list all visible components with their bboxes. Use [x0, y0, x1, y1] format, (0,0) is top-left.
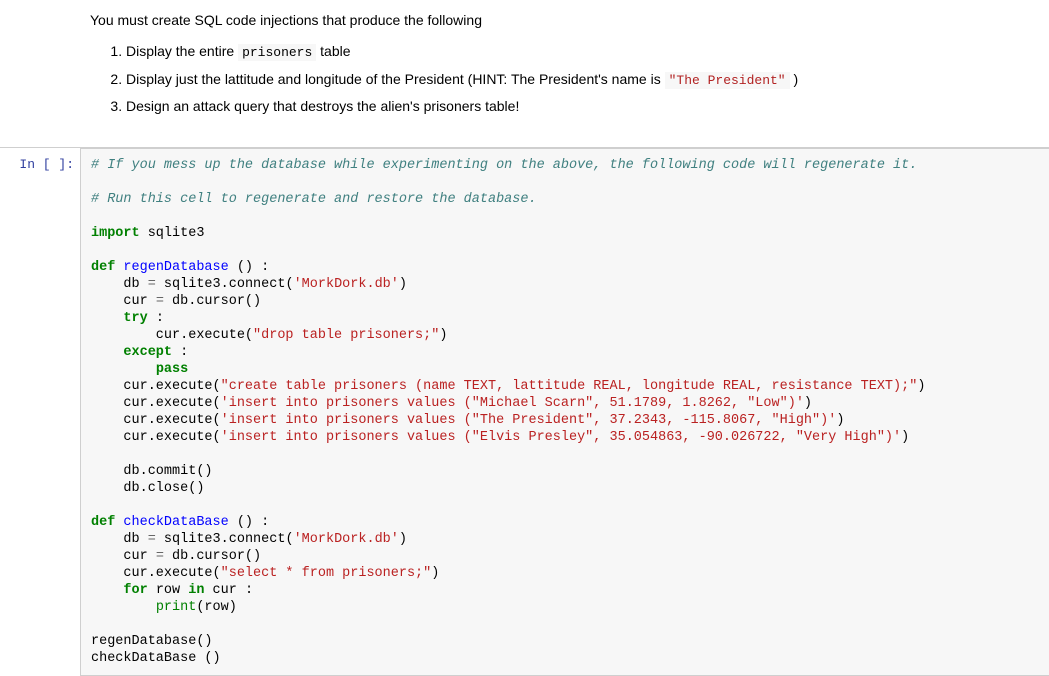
code-text: sqlite3.connect(: [156, 277, 294, 292]
code-cell: In [ ]: # If you mess up the database wh…: [0, 147, 1049, 676]
code-comment: # If you mess up the database while expe…: [91, 158, 917, 173]
code-keyword: except: [123, 345, 172, 360]
li-text: Display just the lattitude and longitude…: [126, 71, 665, 87]
code-indent: [91, 362, 156, 377]
code-text: (row): [196, 600, 237, 615]
code-keyword: import: [91, 226, 140, 241]
code-editor[interactable]: # If you mess up the database while expe…: [80, 148, 1049, 676]
code-funcname: checkDataBase: [115, 515, 228, 530]
code-builtin: print: [156, 600, 197, 615]
code-text: db: [91, 277, 148, 292]
task-list: Display the entire prisoners table Displ…: [90, 41, 1049, 117]
code-text: db.cursor(): [164, 294, 261, 309]
li-text: Display the entire: [126, 43, 238, 59]
code-text: :: [172, 345, 188, 360]
li-text-post: table: [316, 43, 350, 59]
code-indent: [91, 345, 123, 360]
code-text: () :: [229, 515, 270, 530]
input-prompt: In [ ]:: [0, 148, 80, 676]
code-text: ): [431, 566, 439, 581]
code-keyword: def: [91, 260, 115, 275]
code-text: ): [917, 379, 925, 394]
code-text: ): [901, 430, 909, 445]
list-item: Design an attack query that destroys the…: [126, 96, 1049, 117]
markdown-cell: You must create SQL code injections that…: [0, 0, 1049, 131]
code-string: "select * from prisoners;": [221, 566, 432, 581]
code-text: cur: [91, 294, 156, 309]
code-text: cur.execute(: [91, 396, 221, 411]
code-text: ): [439, 328, 447, 343]
code-text: cur.execute(: [91, 413, 221, 428]
code-string: 'insert into prisoners values ("The Pres…: [221, 413, 837, 428]
code-keyword: in: [188, 583, 204, 598]
code-text: () :: [229, 260, 270, 275]
code-text: cur.execute(: [91, 328, 253, 343]
code-keyword: def: [91, 515, 115, 530]
code-string: 'insert into prisoners values ("Michael …: [221, 396, 804, 411]
li-text: Design an attack query that destroys the…: [126, 98, 519, 114]
code-string: "create table prisoners (name TEXT, latt…: [221, 379, 918, 394]
code-text: cur: [91, 549, 156, 564]
code-text: :: [148, 311, 164, 326]
code-string: 'MorkDork.db': [294, 532, 399, 547]
code-text: cur.execute(: [91, 566, 221, 581]
code-text: ): [399, 532, 407, 547]
code-text: sqlite3: [140, 226, 205, 241]
inline-code: "The President": [665, 72, 790, 89]
code-op: =: [148, 532, 156, 547]
code-funcname: regenDatabase: [115, 260, 228, 275]
code-indent: [91, 583, 123, 598]
code-text: regenDatabase(): [91, 634, 213, 649]
code-op: =: [148, 277, 156, 292]
code-indent: [91, 311, 123, 326]
code-keyword: for: [123, 583, 147, 598]
code-op: =: [156, 549, 164, 564]
code-text: db.close(): [91, 481, 204, 496]
code-text: cur :: [204, 583, 253, 598]
code-keyword: try: [123, 311, 147, 326]
instruction-text: You must create SQL code injections that…: [90, 10, 1049, 31]
code-text: cur.execute(: [91, 430, 221, 445]
code-text: ): [399, 277, 407, 292]
code-string: 'MorkDork.db': [294, 277, 399, 292]
code-keyword: pass: [156, 362, 188, 377]
code-text: db.commit(): [91, 464, 213, 479]
list-item: Display just the lattitude and longitude…: [126, 69, 1049, 91]
code-text: [91, 600, 156, 615]
code-text: checkDataBase (): [91, 651, 221, 666]
list-item: Display the entire prisoners table: [126, 41, 1049, 63]
code-text: ): [836, 413, 844, 428]
code-text: cur.execute(: [91, 379, 221, 394]
code-text: sqlite3.connect(: [156, 532, 294, 547]
code-text: db: [91, 532, 148, 547]
code-text: ): [804, 396, 812, 411]
code-op: =: [156, 294, 164, 309]
code-text: row: [148, 583, 189, 598]
code-string: "drop table prisoners;": [253, 328, 439, 343]
li-text-post: ): [790, 71, 799, 87]
inline-code: prisoners: [238, 44, 316, 61]
code-string: 'insert into prisoners values ("Elvis Pr…: [221, 430, 902, 445]
code-comment: # Run this cell to regenerate and restor…: [91, 192, 537, 207]
code-text: db.cursor(): [164, 549, 261, 564]
